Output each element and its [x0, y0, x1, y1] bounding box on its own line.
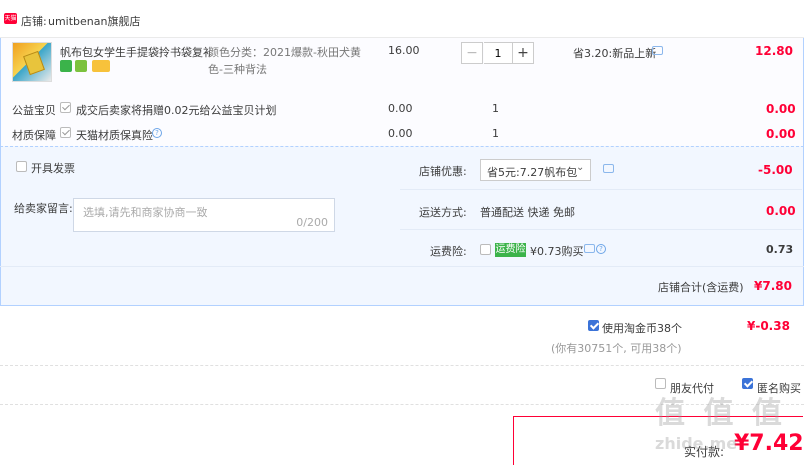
insurance-text: 天猫材质保真险	[76, 129, 153, 142]
help-icon[interactable]: ?	[596, 244, 606, 254]
freight-insurance-tag: 运费险	[495, 243, 526, 257]
message-placeholder: 选填,请先和商家协商一致	[83, 206, 208, 219]
watermark-logo: 值 值 值	[655, 396, 786, 431]
coins-checkbox[interactable]	[588, 320, 599, 331]
insurance-qty: 1	[492, 127, 499, 140]
coins-amount: ¥-0.38	[747, 319, 790, 333]
help-icon[interactable]: ?	[152, 128, 162, 138]
coupon-select[interactable]: 省5元:7.27帆布包 ⌄	[480, 159, 591, 181]
tmall-icon: 天猫	[4, 13, 17, 24]
chat-icon[interactable]	[652, 46, 663, 55]
item-unit-price: 16.00	[388, 44, 420, 57]
shipping-label: 运送方式:	[419, 206, 467, 219]
qty-plus-button[interactable]: +	[512, 42, 534, 64]
coupon-label: 店铺优惠:	[419, 165, 467, 178]
item-title-link[interactable]: 帆布包女学生手提袋拎书袋复补...	[60, 44, 210, 60]
divider	[0, 266, 804, 267]
qty-input[interactable]	[484, 42, 512, 64]
subtotal-amount: ¥7.80	[754, 279, 792, 293]
coupon-value: 省5元:7.27帆布包	[487, 166, 578, 179]
message-textarea[interactable]: 选填,请先和商家协商一致 0/200	[73, 198, 335, 232]
guarantee-icon	[60, 60, 72, 72]
message-counter: 0/200	[296, 216, 328, 229]
watermark-site: zhide.me	[655, 434, 738, 453]
shipping-amount: 0.00	[766, 204, 796, 218]
freight-insurance-checkbox[interactable]	[480, 244, 491, 255]
invoice-label: 开具发票	[31, 162, 75, 175]
insurance-price: 0.00	[388, 127, 413, 140]
payment-amount: ¥7.42	[734, 431, 804, 456]
message-label: 给卖家留言:	[14, 202, 73, 215]
charity-checkbox[interactable]	[60, 102, 71, 113]
divider	[0, 365, 804, 366]
divider	[400, 189, 802, 190]
qty-minus-button[interactable]: −	[461, 42, 483, 64]
coins-note: (你有30751个, 可用38个)	[551, 342, 682, 355]
chat-icon[interactable]	[584, 244, 595, 253]
item-attr-line2: 色-三种背法	[208, 63, 267, 76]
shop-header: 天猫 店铺: umitbenan旗舰店	[0, 0, 804, 38]
coupon-amount: -5.00	[758, 163, 793, 177]
credit-icon	[75, 60, 87, 72]
charity-text: 成交后卖家将捐赠0.02元给公益宝贝计划	[76, 104, 277, 117]
divider	[400, 229, 802, 230]
freight-insurance-amount: 0.73	[766, 243, 794, 256]
item-promo: 省3.20:新品上新	[573, 47, 657, 60]
coins-label: 使用淘金币38个	[602, 322, 682, 335]
charity-label: 公益宝贝	[12, 104, 56, 117]
shop-label: 店铺:	[21, 15, 47, 28]
charity-qty: 1	[492, 102, 499, 115]
invoice-checkbox[interactable]	[16, 161, 27, 172]
product-thumbnail[interactable]	[12, 42, 52, 82]
insurance-label: 材质保障	[12, 129, 56, 142]
freight-insurance-value: ¥0.73购买	[530, 245, 584, 258]
subtotal-label: 店铺合计(含运费)	[658, 281, 744, 294]
item-attr-line1: 颜色分类：2021爆款-秋田犬黄	[208, 46, 361, 59]
charity-total: 0.00	[766, 102, 796, 116]
charity-price: 0.00	[388, 102, 413, 115]
shop-name-link[interactable]: umitbenan旗舰店	[48, 13, 141, 29]
card-icon	[92, 60, 110, 72]
insurance-total: 0.00	[766, 127, 796, 141]
freight-insurance-label: 运费险:	[430, 245, 467, 258]
insurance-checkbox[interactable]	[60, 127, 71, 138]
shipping-value: 普通配送 快递 免邮	[480, 206, 575, 219]
item-total: 12.80	[755, 44, 793, 58]
chat-icon[interactable]	[603, 164, 614, 173]
chevron-down-icon: ⌄	[576, 162, 585, 173]
